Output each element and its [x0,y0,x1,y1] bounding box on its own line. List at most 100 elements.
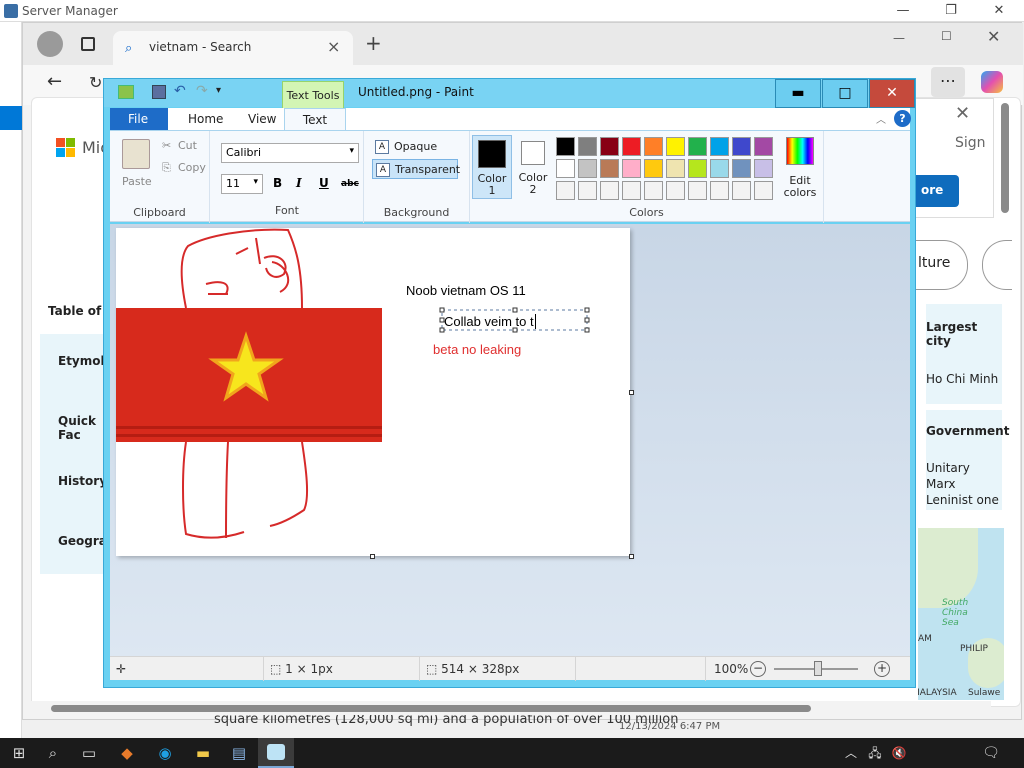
restore-icon[interactable]: ❐ [934,0,968,22]
palette-swatch[interactable] [666,181,685,200]
browser-maximize-icon[interactable]: ☐ [941,29,952,43]
back-icon[interactable]: ← [47,71,62,92]
palette-swatch[interactable] [732,137,751,156]
cut-button[interactable]: Cut [178,139,197,152]
palette-swatch[interactable] [622,181,641,200]
server-manager-taskbar-icon[interactable]: ▤ [228,742,250,764]
sign-in-link[interactable]: Sign [955,135,986,151]
new-tab-icon[interactable]: + [365,31,382,55]
browser-tab[interactable]: ⌕ vietnam - Search × [113,31,353,65]
minimize-icon[interactable]: — [886,0,920,22]
network-icon[interactable]: 🖧 [864,742,886,764]
close-icon[interactable]: ✕ [982,0,1016,22]
palette-swatch[interactable] [644,181,663,200]
canvas-text-editing[interactable]: Collab veim to t [444,314,536,329]
copilot-icon[interactable] [981,71,1003,93]
file-explorer-icon[interactable]: ▬ [192,742,214,764]
italic-button[interactable]: I [296,176,302,190]
transparent-button[interactable]: A Transparent [372,159,460,179]
color1-button[interactable]: Color 1 [472,135,512,199]
palette-swatch[interactable] [732,159,751,178]
redo-icon[interactable]: ↷ [196,83,208,99]
palette-swatch[interactable] [754,137,773,156]
handle-tr[interactable] [584,307,590,313]
panel-close-icon[interactable]: ✕ [955,103,970,124]
tab-text[interactable]: Text [284,108,346,131]
underline-button[interactable]: U [319,176,329,190]
palette-swatch[interactable] [710,159,729,178]
palette-swatch[interactable] [754,159,773,178]
handle-br[interactable] [584,327,590,333]
app-icon[interactable]: ◆ [116,742,138,764]
palette-swatch[interactable] [644,137,663,156]
map-thumbnail[interactable]: South China Sea AM PHILIP MALAYSIA Sulaw… [918,528,1004,700]
palette-swatch[interactable] [688,137,707,156]
paint-maximize-icon[interactable]: □ [822,79,868,108]
palette-swatch[interactable] [622,137,641,156]
tray-chevron-icon[interactable]: ︿ [840,742,862,764]
palette-swatch[interactable] [556,159,575,178]
undo-icon[interactable]: ↶ [174,83,186,99]
tab-file[interactable]: File [110,108,168,130]
color2-button[interactable]: Color 2 [516,135,554,199]
paint-minimize-icon[interactable]: ▬ [775,79,821,108]
palette-swatch[interactable] [754,181,773,200]
palette-swatch[interactable] [666,137,685,156]
palette-swatch[interactable] [710,181,729,200]
canvas-resize-bottom[interactable] [370,554,375,559]
notification-icon[interactable]: 🗨 [980,742,1002,764]
canvas-resize-right[interactable] [629,390,634,395]
browser-minimize-icon[interactable]: — [893,31,905,45]
palette-swatch[interactable] [600,181,619,200]
start-windows-icon[interactable]: ⊞ [8,742,30,764]
paste-button[interactable]: Paste [122,175,152,188]
bold-button[interactable]: B [273,176,282,190]
font-family-select[interactable]: Calibri ▾ [221,143,359,163]
settings-more-icon[interactable]: ⋯ [931,67,965,97]
zoom-slider-thumb[interactable] [814,661,822,676]
zoom-in-icon[interactable]: + [874,661,890,677]
font-size-select[interactable]: 11 ▾ [221,174,263,194]
palette-swatch[interactable] [578,137,597,156]
handle-mr[interactable] [584,317,590,323]
help-icon[interactable]: ? [894,110,911,127]
palette-swatch[interactable] [600,137,619,156]
canvas-resize-corner[interactable] [629,554,634,559]
horizontal-scrollbar[interactable] [31,701,991,715]
paint-taskbar-button[interactable] [258,738,294,768]
browser-close-icon[interactable]: ✕ [987,27,1000,46]
handle-tl[interactable] [439,307,445,313]
palette-swatch[interactable] [600,159,619,178]
refresh-icon[interactable]: ↻ [89,73,102,92]
task-view-icon[interactable]: ▭ [78,742,100,764]
save-icon[interactable] [152,85,166,99]
palette-swatch[interactable] [556,137,575,156]
more-button[interactable]: ore [915,175,959,207]
palette-swatch[interactable] [710,137,729,156]
copy-button[interactable]: Copy [178,161,206,174]
edit-colors-button[interactable]: Edit colors [780,135,820,199]
sidebar-selected[interactable] [0,106,22,130]
quick-access-dropdown-icon[interactable]: ▾ [216,85,221,96]
culture-chip[interactable]: lture [916,240,968,290]
profile-avatar[interactable] [37,31,63,57]
handle-tm[interactable] [512,307,518,313]
palette-swatch[interactable] [688,181,707,200]
strikethrough-button[interactable]: abc [341,179,359,189]
palette-swatch[interactable] [666,159,685,178]
palette-swatch[interactable] [556,181,575,200]
zoom-out-icon[interactable]: − [750,661,766,677]
volume-muted-icon[interactable]: 🔇 [888,742,910,764]
tab-home[interactable]: Home [174,108,237,130]
tab-actions-icon[interactable] [81,37,95,51]
palette-swatch[interactable] [688,159,707,178]
tab-view[interactable]: View [234,108,290,130]
edge-icon[interactable]: ◉ [154,742,176,764]
tab-close-icon[interactable]: × [327,37,340,56]
palette-swatch[interactable] [622,159,641,178]
paste-icon[interactable] [122,139,150,169]
paint-close-icon[interactable]: ✕ [869,79,915,108]
taskbar-search-icon[interactable]: ⌕ [42,742,64,764]
vertical-scrollbar[interactable] [1001,103,1009,213]
next-chip[interactable] [982,240,1012,290]
